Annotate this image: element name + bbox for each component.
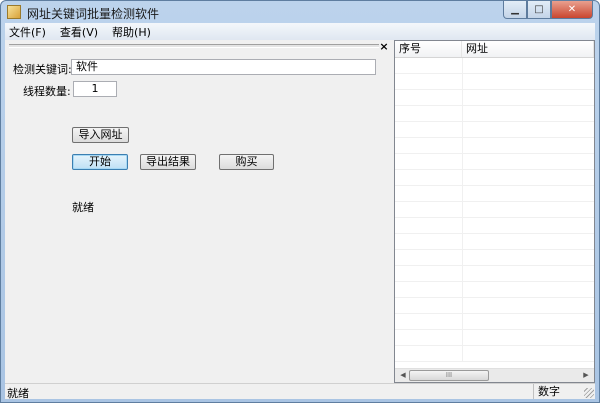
list-row-empty <box>395 266 594 282</box>
title-bar[interactable]: 网址关键词批量检测软件 ▁ □ ✕ <box>1 1 599 23</box>
scroll-right-icon[interactable]: ▶ <box>580 370 592 381</box>
window-title: 网址关键词批量检测软件 <box>27 7 160 21</box>
column-header-index[interactable]: 序号 <box>395 41 462 57</box>
url-list[interactable]: 序号 网址 ◀ III ▶ <box>394 40 595 383</box>
list-row-empty <box>395 186 594 202</box>
list-row-empty <box>395 250 594 266</box>
scroll-left-icon[interactable]: ◀ <box>397 370 409 381</box>
caption-buttons: ▁ □ ✕ <box>503 1 593 19</box>
status-text: 就绪 <box>72 201 94 214</box>
horizontal-scrollbar[interactable]: ◀ III ▶ <box>395 368 594 382</box>
buy-button[interactable]: 购买 <box>219 154 274 170</box>
control-panel: × 检测关键词: 软件 线程数量: 1 导入网址 开始 导出结果 购买 就绪 <box>5 40 392 383</box>
list-rows <box>395 58 594 368</box>
menu-view[interactable]: 查看(V) <box>60 24 98 40</box>
list-row-empty <box>395 90 594 106</box>
client-area: × 检测关键词: 软件 线程数量: 1 导入网址 开始 导出结果 购买 就绪 序… <box>5 40 595 383</box>
threads-input[interactable]: 1 <box>73 81 117 97</box>
list-row-empty <box>395 282 594 298</box>
list-row-empty <box>395 202 594 218</box>
panel-close-icon[interactable]: × <box>379 40 389 53</box>
minimize-button[interactable]: ▁ <box>503 1 527 19</box>
start-button[interactable]: 开始 <box>72 154 128 170</box>
status-bar: 就绪 数字 <box>5 383 595 400</box>
list-row-empty <box>395 106 594 122</box>
keyword-input[interactable]: 软件 <box>71 59 376 75</box>
list-row-empty <box>395 330 594 346</box>
list-row-empty <box>395 234 594 250</box>
close-icon: ✕ <box>567 4 577 15</box>
list-row-empty <box>395 346 594 362</box>
list-row-empty <box>395 154 594 170</box>
scroll-thumb[interactable]: III <box>409 370 489 381</box>
app-icon <box>7 5 21 19</box>
list-row-empty <box>395 138 594 154</box>
list-row-empty <box>395 170 594 186</box>
list-row-empty <box>395 314 594 330</box>
list-row-empty <box>395 218 594 234</box>
menu-bar: 文件(F) 查看(V) 帮助(H) <box>5 23 595 40</box>
minimize-icon: ▁ <box>511 4 519 15</box>
app-window: 网址关键词批量检测软件 ▁ □ ✕ 文件(F) 查看(V) 帮助(H) × 检测… <box>0 0 600 403</box>
list-row-empty <box>395 74 594 90</box>
list-row-empty <box>395 298 594 314</box>
maximize-button[interactable]: □ <box>527 1 551 19</box>
close-button[interactable]: ✕ <box>551 1 593 19</box>
export-results-button[interactable]: 导出结果 <box>140 154 196 170</box>
threads-label: 线程数量: <box>23 85 71 98</box>
menu-help[interactable]: 帮助(H) <box>112 24 151 40</box>
menu-file[interactable]: 文件(F) <box>9 24 46 40</box>
resize-grip-icon[interactable] <box>584 388 594 398</box>
status-bar-numlock: 数字 <box>533 384 583 399</box>
status-bar-text: 就绪 <box>7 387 29 400</box>
column-header-url[interactable]: 网址 <box>462 41 594 57</box>
keyword-label: 检测关键词: <box>13 63 72 76</box>
list-row-empty <box>395 58 594 74</box>
list-header: 序号 网址 <box>395 41 594 58</box>
list-row-empty <box>395 122 594 138</box>
maximize-icon: □ <box>534 4 544 15</box>
panel-caption-bar[interactable] <box>9 44 379 48</box>
import-urls-button[interactable]: 导入网址 <box>72 127 129 143</box>
